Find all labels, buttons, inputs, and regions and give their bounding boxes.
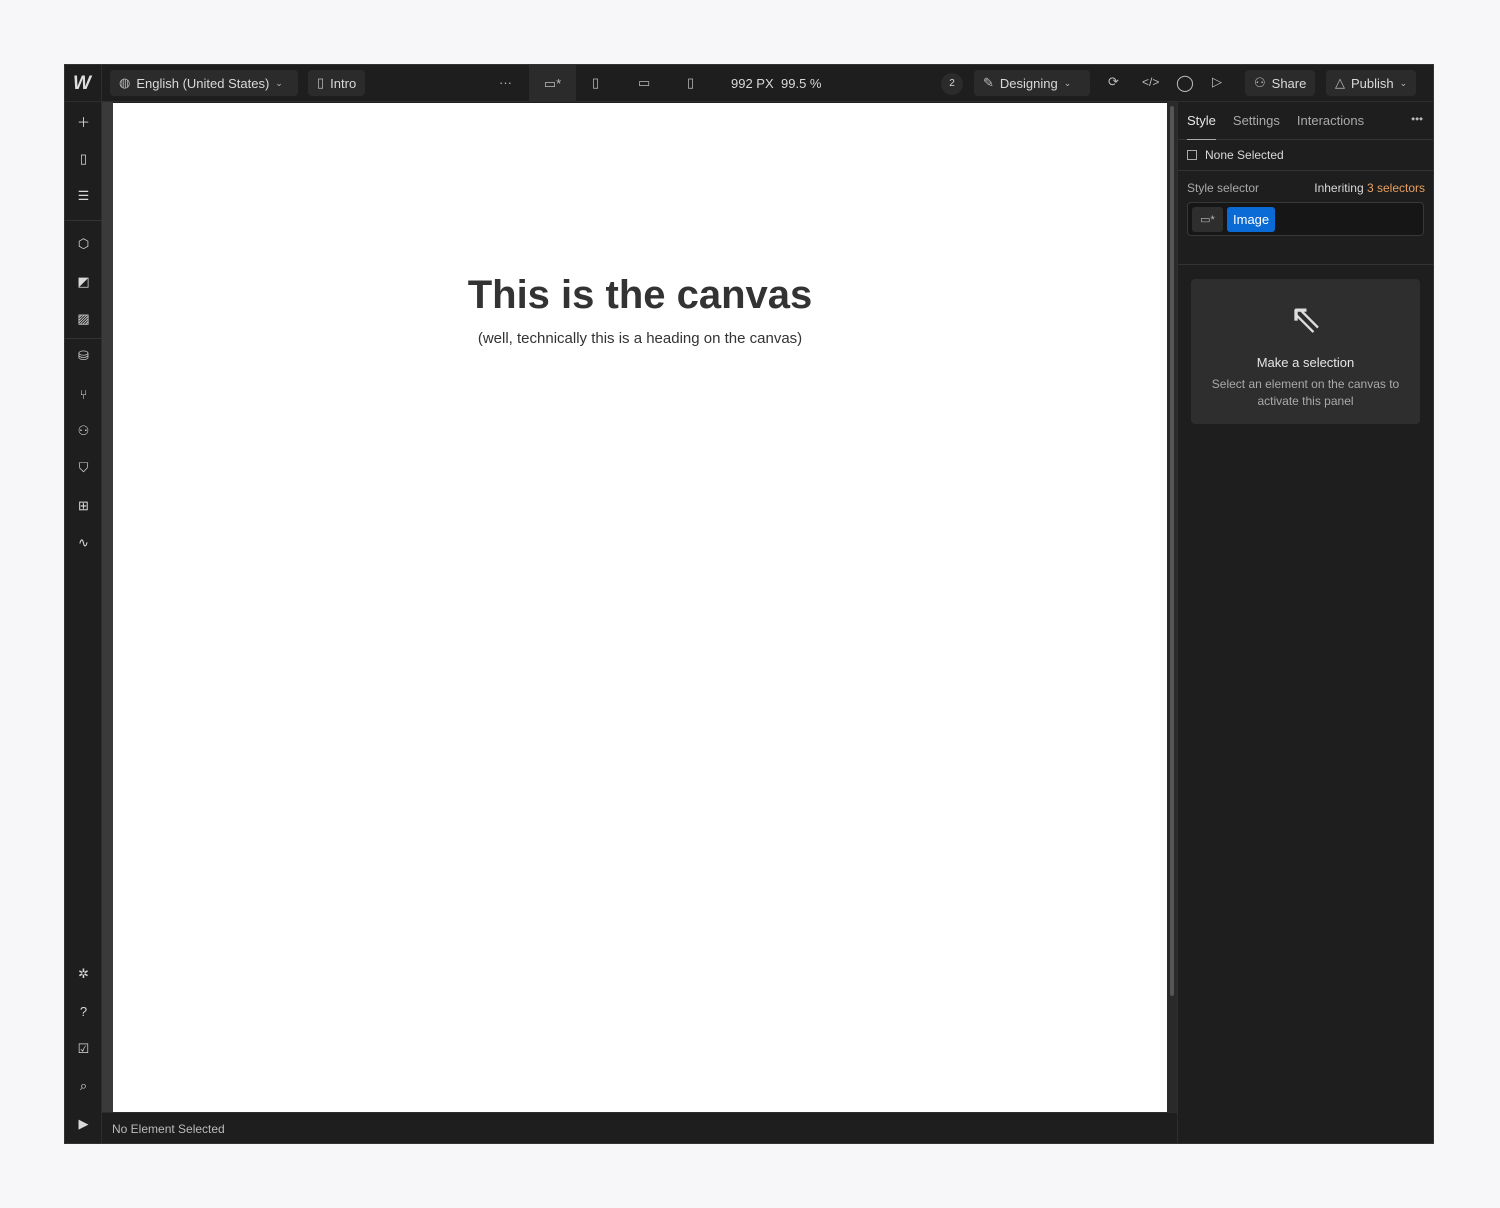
navigator-icon[interactable]: ☰ xyxy=(65,181,102,211)
ecommerce-icon[interactable]: ⛉ xyxy=(65,453,102,483)
preview-play-icon[interactable]: ▷ xyxy=(1212,74,1222,90)
apps-icon[interactable]: ⊞ xyxy=(65,491,102,521)
locale-dropdown[interactable]: ◍ English (United States) ⌄ xyxy=(110,70,298,96)
webflow-logo[interactable]: W xyxy=(73,73,91,95)
empty-state-text: Select an element on the canvas to activ… xyxy=(1211,377,1400,408)
components-icon[interactable]: ⬡ xyxy=(65,229,102,259)
tab-interactions[interactable]: Interactions xyxy=(1297,113,1364,128)
checkbox-icon xyxy=(1187,150,1197,160)
breakpoint-desktop[interactable]: ▭* xyxy=(529,65,576,102)
settings-icon[interactable]: ✲ xyxy=(65,959,102,989)
tablet-icon[interactable]: ▯ xyxy=(592,75,599,91)
tab-settings[interactable]: Settings xyxy=(1233,113,1280,128)
canvas-zoom[interactable]: 99.5 % xyxy=(781,76,821,91)
globe-icon: ◍ xyxy=(119,75,131,90)
add-icon[interactable]: ＋ xyxy=(65,106,102,136)
empty-state-title: Make a selection xyxy=(1256,355,1355,370)
logic-icon[interactable]: ⑂ xyxy=(65,379,102,409)
assets-icon[interactable]: ▨ xyxy=(65,304,102,334)
inheriting-label: Inheriting xyxy=(1314,181,1364,195)
status-bar: No Element Selected xyxy=(102,1112,1177,1143)
desktop-icon: ▭* xyxy=(543,75,562,91)
canvas-heading[interactable]: This is the canvas xyxy=(113,273,1167,318)
mobile-portrait-icon[interactable]: ▯ xyxy=(687,75,694,91)
chevron-down-icon: ⌄ xyxy=(1063,77,1072,88)
comment-icon[interactable]: ◯ xyxy=(1176,73,1194,93)
page-icon: ▯ xyxy=(317,75,325,90)
pages-icon[interactable]: ▯ xyxy=(65,144,102,174)
audit-checkbox-icon[interactable]: ☑ xyxy=(65,1034,102,1064)
status-text: No Element Selected xyxy=(112,1122,225,1136)
publish-button[interactable]: △ Publish ⌄ xyxy=(1326,70,1417,96)
code-icon[interactable]: </> xyxy=(1142,75,1159,89)
canvas-subheading[interactable]: (well, technically this is a heading on … xyxy=(113,330,1167,347)
selector-field[interactable]: ▭* Image xyxy=(1187,202,1424,236)
video-icon[interactable]: ▶ xyxy=(65,1109,102,1139)
none-selected-row[interactable]: None Selected xyxy=(1178,140,1433,171)
users-icon[interactable]: ⚇ xyxy=(65,416,102,446)
canvas[interactable]: This is the canvas (well, technically th… xyxy=(113,103,1167,1114)
user-icon: ⚇ xyxy=(1254,75,1266,90)
left-toolbar: ＋ ▯ ☰ ⬡ ◩ ▨ ⛁ ⑂ ⚇ ⛉ ⊞ ∿ ✲ ? ☑ ⌕ ▶ xyxy=(65,102,102,1143)
page-selector[interactable]: ▯ Intro xyxy=(308,70,366,96)
brush-icon: ✎ xyxy=(983,75,994,90)
selectors-link[interactable]: 3 selectors xyxy=(1367,181,1425,195)
collaborator-count[interactable]: 2 xyxy=(941,73,963,95)
canvas-width: 992 PX xyxy=(731,76,774,91)
sync-icon[interactable]: ⟳ xyxy=(1108,74,1119,90)
empty-state-card: ⇖ Make a selection Select an element on … xyxy=(1191,279,1420,424)
help-icon[interactable]: ? xyxy=(65,996,102,1026)
more-button[interactable]: ··· xyxy=(499,75,512,90)
drops-icon[interactable]: ⬩⬩⬩ xyxy=(1411,113,1423,126)
share-button[interactable]: ⚇ Share xyxy=(1245,70,1316,96)
chevron-down-icon: ⌄ xyxy=(1399,77,1408,88)
style-selector-label: Style selector xyxy=(1187,181,1260,195)
tab-style[interactable]: Style xyxy=(1187,102,1216,140)
right-panel: Style Settings Interactions ⬩⬩⬩ None Sel… xyxy=(1177,102,1433,1143)
search-icon[interactable]: ⌕ xyxy=(65,1071,102,1101)
rocket-icon: △ xyxy=(1335,75,1345,90)
breakpoint-icon: ▭* xyxy=(1192,206,1223,232)
cursor-click-icon: ⇖ xyxy=(1288,297,1323,341)
mode-dropdown[interactable]: ✎ Designing ⌄ xyxy=(974,70,1090,96)
chevron-down-icon: ⌄ xyxy=(275,77,283,88)
top-bar: W ◍ English (United States) ⌄ ▯ Intro ··· ▭… xyxy=(65,65,1433,102)
style-manager-icon[interactable]: ◩ xyxy=(65,267,102,297)
activity-icon[interactable]: ∿ xyxy=(65,528,102,558)
canvas-scrollbar[interactable] xyxy=(1167,102,1177,1112)
cms-icon[interactable]: ⛁ xyxy=(65,341,102,371)
selector-tag-image[interactable]: Image xyxy=(1227,206,1276,232)
mobile-landscape-icon[interactable]: ▭ xyxy=(638,75,650,91)
designer-window: W ◍ English (United States) ⌄ ▯ Intro ··· ▭… xyxy=(64,64,1434,1144)
canvas-gutter xyxy=(102,102,113,1112)
